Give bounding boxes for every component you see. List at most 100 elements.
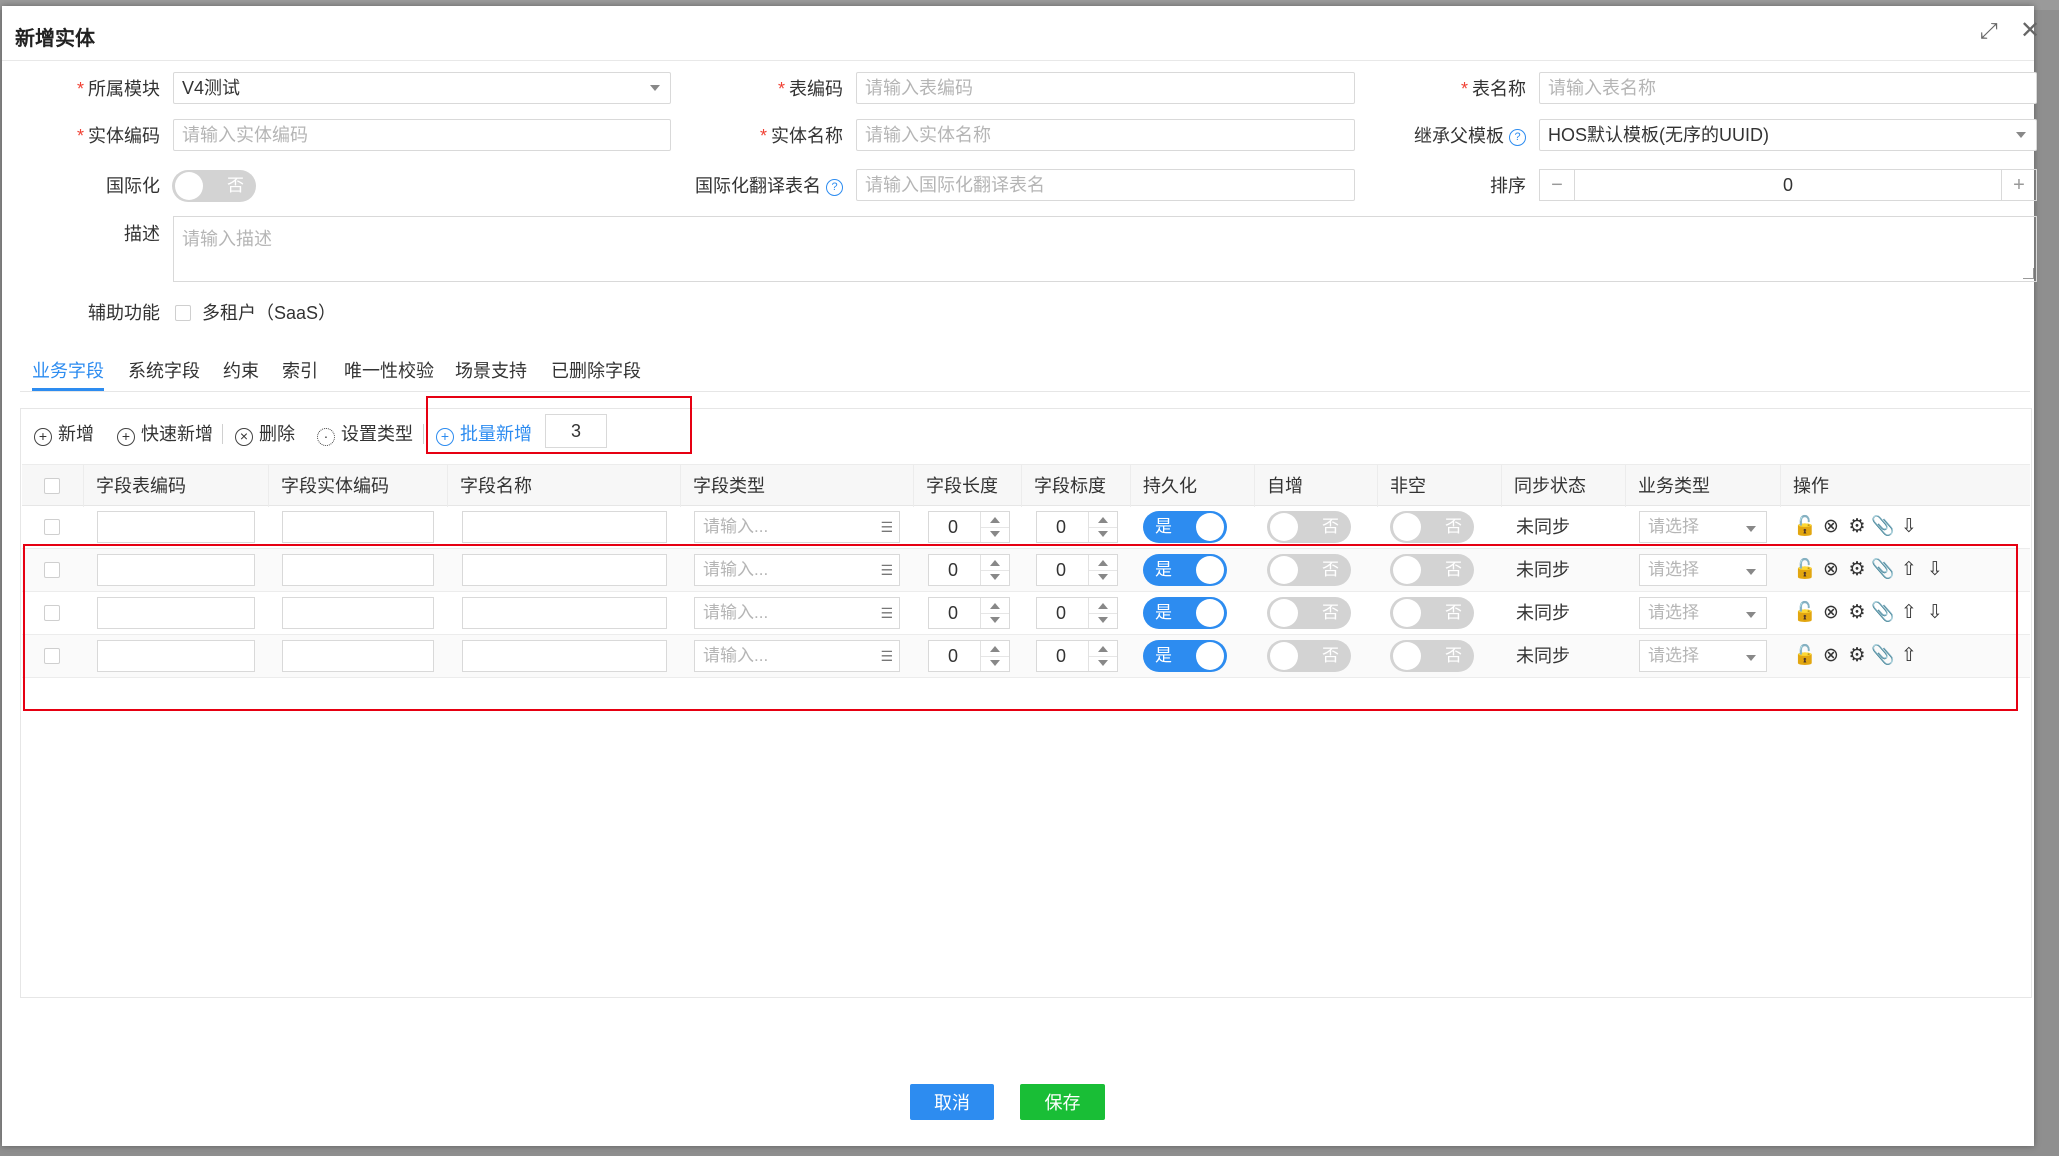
module-select[interactable]: V4测试 (173, 72, 671, 104)
caret-up-icon[interactable] (1098, 646, 1108, 652)
tab-scenario-support[interactable]: 场景支持 (455, 351, 527, 391)
parent-template-select[interactable]: HOS默认模板(无序的UUID) (1539, 119, 2037, 151)
batch-count-input[interactable]: 3 (545, 414, 607, 448)
field-length-input[interactable]: 0 (928, 554, 1010, 586)
unlock-icon[interactable]: 🔓 (1792, 635, 1818, 677)
field-name-input[interactable] (462, 511, 667, 543)
business-type-select[interactable]: 请选择 (1639, 597, 1767, 629)
field-length-input[interactable]: 0 (928, 597, 1010, 629)
paperclip-icon[interactable]: 📎 (1870, 506, 1896, 548)
not-null-toggle[interactable]: 否 (1390, 511, 1474, 543)
tab-business-fields[interactable]: 业务字段 (32, 351, 104, 391)
row-checkbox[interactable] (44, 648, 60, 664)
field-name-input[interactable] (462, 640, 667, 672)
caret-down-icon[interactable] (990, 617, 1000, 623)
persist-toggle[interactable]: 是 (1143, 554, 1227, 586)
close-icon[interactable]: ✕ (2020, 19, 2040, 43)
persist-toggle[interactable]: 是 (1143, 511, 1227, 543)
add-button[interactable]: + 新增 (34, 418, 94, 450)
arrow-up-icon[interactable]: ⇧ (1896, 592, 1922, 634)
close-circle-icon[interactable]: ⊗ (1818, 506, 1844, 548)
field-name-input[interactable] (462, 597, 667, 629)
arrow-down-icon[interactable]: ⇩ (1896, 506, 1922, 548)
sort-value[interactable]: 0 (1574, 170, 2002, 200)
field-type-input[interactable]: 请输入... ☰ (694, 554, 900, 586)
field-entity-code-input[interactable] (282, 597, 434, 629)
field-type-input[interactable]: 请输入... ☰ (694, 640, 900, 672)
unlock-icon[interactable]: 🔓 (1792, 549, 1818, 591)
caret-up-icon[interactable] (1098, 603, 1108, 609)
list-icon[interactable]: ☰ (880, 606, 893, 620)
caret-down-icon[interactable] (990, 531, 1000, 537)
unlock-icon[interactable]: 🔓 (1792, 592, 1818, 634)
caret-down-icon[interactable] (1098, 574, 1108, 580)
field-entity-code-input[interactable] (282, 511, 434, 543)
select-all-checkbox[interactable] (44, 478, 60, 494)
field-table-code-input[interactable] (97, 640, 255, 672)
maximize-icon[interactable]: ⤢ (1980, 20, 1998, 42)
caret-up-icon[interactable] (990, 560, 1000, 566)
minus-icon[interactable]: − (1540, 170, 1575, 200)
caret-up-icon[interactable] (1098, 517, 1108, 523)
table-name-input[interactable] (1539, 72, 2037, 104)
sort-stepper[interactable]: − 0 + (1539, 169, 2037, 201)
list-icon[interactable]: ☰ (880, 520, 893, 534)
caret-down-icon[interactable] (990, 574, 1000, 580)
arrow-up-icon[interactable]: ⇧ (1896, 549, 1922, 591)
tab-deleted-fields[interactable]: 已删除字段 (551, 351, 641, 391)
field-scale-input[interactable]: 0 (1036, 640, 1118, 672)
entity-name-input[interactable] (856, 119, 1355, 151)
field-type-input[interactable]: 请输入... ☰ (694, 597, 900, 629)
field-table-code-input[interactable] (97, 511, 255, 543)
caret-down-icon[interactable] (990, 660, 1000, 666)
not-null-toggle[interactable]: 否 (1390, 640, 1474, 672)
caret-up-icon[interactable] (990, 517, 1000, 523)
batch-add-button[interactable]: + 批量新增 (436, 418, 532, 450)
not-null-toggle[interactable]: 否 (1390, 597, 1474, 629)
entity-code-input[interactable] (173, 119, 671, 151)
caret-down-icon[interactable] (1098, 531, 1108, 537)
auto-increment-toggle[interactable]: 否 (1267, 554, 1351, 586)
save-button[interactable]: 保存 (1020, 1084, 1105, 1120)
row-checkbox[interactable] (44, 605, 60, 621)
auto-increment-toggle[interactable]: 否 (1267, 511, 1351, 543)
paperclip-icon[interactable]: 📎 (1870, 549, 1896, 591)
gear-icon[interactable]: ⚙ (1844, 506, 1870, 548)
arrow-down-icon[interactable]: ⇩ (1922, 592, 1948, 634)
unlock-icon[interactable]: 🔓 (1792, 506, 1818, 548)
business-type-select[interactable]: 请选择 (1639, 640, 1767, 672)
auto-increment-toggle[interactable]: 否 (1267, 597, 1351, 629)
table-code-input[interactable] (856, 72, 1355, 104)
field-name-input[interactable] (462, 554, 667, 586)
field-length-input[interactable]: 0 (928, 511, 1010, 543)
field-table-code-input[interactable] (97, 597, 255, 629)
quick-add-button[interactable]: + 快速新增 (117, 418, 213, 450)
tab-uniqueness-check[interactable]: 唯一性校验 (344, 351, 434, 391)
close-circle-icon[interactable]: ⊗ (1818, 635, 1844, 677)
row-checkbox[interactable] (44, 519, 60, 535)
caret-up-icon[interactable] (1098, 560, 1108, 566)
gear-icon[interactable]: ⚙ (1844, 635, 1870, 677)
set-type-button[interactable]: · 设置类型 (317, 418, 413, 450)
i18n-toggle[interactable]: 否 (172, 170, 256, 202)
field-length-input[interactable]: 0 (928, 640, 1010, 672)
arrow-up-icon[interactable]: ⇧ (1896, 635, 1922, 677)
field-table-code-input[interactable] (97, 554, 255, 586)
business-type-select[interactable]: 请选择 (1639, 511, 1767, 543)
caret-up-icon[interactable] (990, 603, 1000, 609)
field-scale-input[interactable]: 0 (1036, 554, 1118, 586)
caret-up-icon[interactable] (990, 646, 1000, 652)
field-type-input[interactable]: 请输入... ☰ (694, 511, 900, 543)
help-icon[interactable]: ? (1509, 128, 1526, 146)
close-circle-icon[interactable]: ⊗ (1818, 549, 1844, 591)
tab-constraints[interactable]: 约束 (223, 351, 259, 391)
auto-increment-toggle[interactable]: 否 (1267, 640, 1351, 672)
field-entity-code-input[interactable] (282, 640, 434, 672)
list-icon[interactable]: ☰ (880, 649, 893, 663)
persist-toggle[interactable]: 是 (1143, 597, 1227, 629)
list-icon[interactable]: ☰ (880, 563, 893, 577)
field-scale-input[interactable]: 0 (1036, 511, 1118, 543)
resize-handle-icon[interactable] (2023, 268, 2034, 279)
tab-indexes[interactable]: 索引 (282, 351, 318, 391)
multi-tenant-checkbox[interactable] (175, 305, 191, 321)
